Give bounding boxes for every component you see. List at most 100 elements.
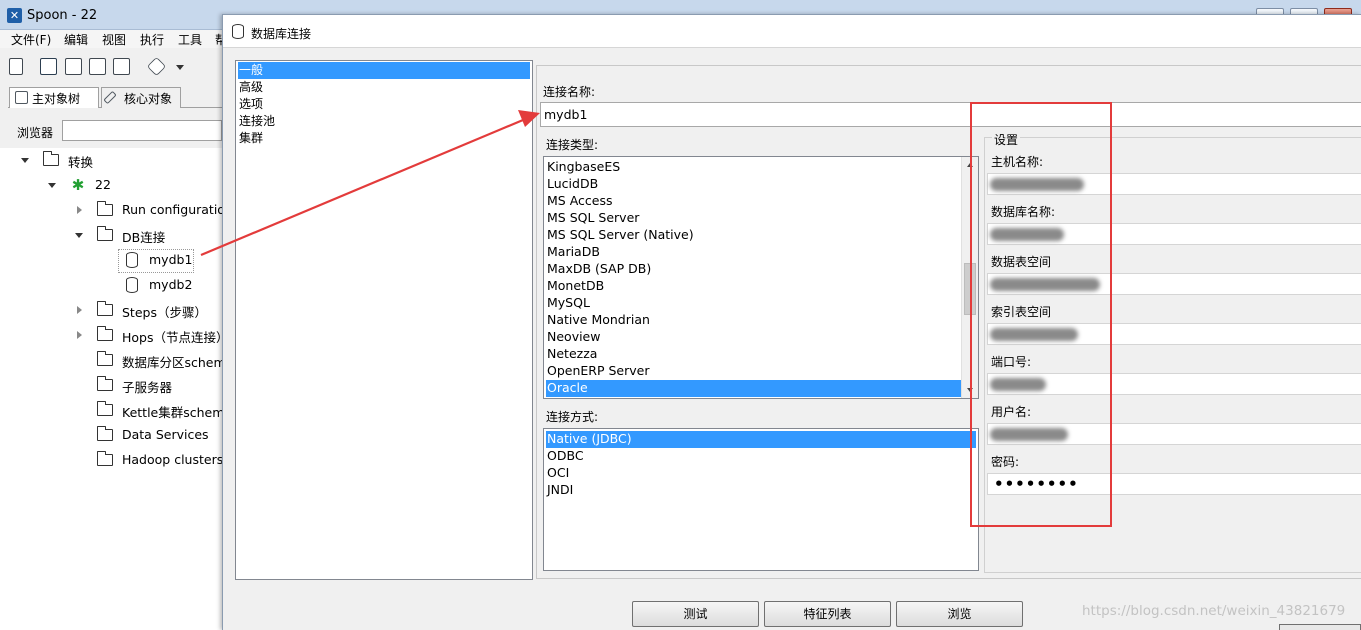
tree-node-transformations[interactable]: 转换 xyxy=(0,150,222,174)
tree-label: 22 xyxy=(95,177,111,192)
tab-label: 主对象树 xyxy=(32,92,81,106)
tab-core-objects[interactable]: 核心对象 xyxy=(101,87,181,108)
browser-label: 浏览器 xyxy=(17,126,54,140)
category-options[interactable]: 选项 xyxy=(238,96,530,113)
folder-icon xyxy=(96,326,113,341)
expand-arrow-icon[interactable] xyxy=(21,158,29,163)
connection-category-list: 一般 高级 选项 连接池 集群 xyxy=(235,60,533,580)
list-item[interactable]: MS Access xyxy=(546,193,613,210)
access-method-label: 连接方式: xyxy=(546,410,599,424)
list-item[interactable]: MariaDB xyxy=(546,244,600,261)
dialog-title: 数据库连接 xyxy=(251,27,312,41)
tree-node-mydb2[interactable]: mydb2 xyxy=(0,275,222,299)
category-general[interactable]: 一般 xyxy=(238,62,530,79)
partial-button[interactable] xyxy=(1279,624,1361,630)
main-window-title: Spoon - 22 xyxy=(27,8,98,23)
open-file-icon[interactable] xyxy=(40,58,57,75)
explore-repository-icon[interactable] xyxy=(65,58,82,75)
menu-tools[interactable]: 工具 xyxy=(178,31,202,48)
access-method-list[interactable]: Native (JDBC) ODBC OCI JNDI xyxy=(543,428,979,571)
tree-label: Data Services xyxy=(122,427,209,442)
category-pooling[interactable]: 连接池 xyxy=(238,113,530,130)
connection-type-list[interactable]: KingbaseES LucidDB MS Access MS SQL Serv… xyxy=(543,156,979,399)
layers-dropdown-icon[interactable] xyxy=(176,65,184,70)
list-item[interactable]: JNDI xyxy=(546,482,573,499)
list-item[interactable]: KingbaseES xyxy=(546,159,620,176)
save-as-icon[interactable] xyxy=(113,58,130,75)
folder-icon xyxy=(96,301,113,316)
menubar: 文件(F) 编辑 视图 执行 工具 帮 xyxy=(0,30,227,48)
collapse-arrow-icon[interactable] xyxy=(77,331,82,339)
tree-label: Kettle集群schema xyxy=(122,405,233,420)
menu-edit[interactable]: 编辑 xyxy=(64,31,88,48)
folder-icon xyxy=(96,201,113,216)
connection-name-input[interactable]: mydb1 xyxy=(540,102,1361,127)
list-item[interactable]: MS SQL Server xyxy=(546,210,639,227)
new-file-icon[interactable] xyxy=(9,58,23,75)
folder-icon xyxy=(96,226,113,241)
database-icon xyxy=(232,24,244,39)
collapse-arrow-icon[interactable] xyxy=(77,306,82,314)
tree-label: 转换 xyxy=(68,155,94,170)
list-item[interactable]: Neoview xyxy=(546,329,600,346)
tree-node-hops[interactable]: Hops（节点连接） xyxy=(0,325,229,349)
database-icon xyxy=(126,277,138,293)
tree-node-trans-22[interactable]: ✱ 22 xyxy=(0,175,222,199)
tree-node-mydb1[interactable]: mydb1 xyxy=(0,250,222,274)
list-item[interactable]: Netezza xyxy=(546,346,597,363)
feature-list-button[interactable]: 特征列表 xyxy=(764,601,891,627)
tree-node-db-connections[interactable]: DB连接 xyxy=(0,225,222,249)
category-clustering[interactable]: 集群 xyxy=(238,130,530,147)
list-item-selected[interactable]: Oracle xyxy=(546,380,961,397)
menu-view[interactable]: 视图 xyxy=(102,31,126,48)
main-toolbar xyxy=(0,50,222,82)
list-item-selected[interactable]: Native (JDBC) xyxy=(546,431,976,448)
expand-arrow-icon[interactable] xyxy=(48,183,56,188)
tree-node-data-services[interactable]: Data Services xyxy=(0,425,222,449)
tree-node-hadoop-clusters[interactable]: Hadoop clusters xyxy=(0,450,224,474)
folder-icon xyxy=(96,451,113,466)
test-button[interactable]: 测试 xyxy=(632,601,759,627)
tab-label: 核心对象 xyxy=(124,92,173,106)
list-item[interactable]: OCI xyxy=(546,465,569,482)
collapse-arrow-icon[interactable] xyxy=(77,206,82,214)
folder-icon xyxy=(96,376,113,391)
tree-label: Hadoop clusters xyxy=(122,452,224,467)
tree-label: Steps（步骤） xyxy=(122,305,207,320)
save-icon[interactable] xyxy=(89,58,106,75)
browser-filter-input[interactable] xyxy=(62,120,222,141)
pencil-icon xyxy=(103,90,117,105)
list-item[interactable]: ODBC xyxy=(546,448,584,465)
tree-label: 子服务器 xyxy=(122,380,173,395)
list-item[interactable]: OpenERP Server xyxy=(546,363,649,380)
annotation-highlight-box xyxy=(970,102,1112,527)
layers-icon[interactable] xyxy=(146,56,167,77)
tree-node-partition-schemas[interactable]: 数据库分区schem xyxy=(0,350,226,374)
tab-main-tree[interactable]: 主对象树 xyxy=(9,87,99,108)
menu-run[interactable]: 执行 xyxy=(140,31,164,48)
tree-label: Hops（节点连接） xyxy=(122,330,229,345)
list-item[interactable]: LucidDB xyxy=(546,176,598,193)
tree-node-slave-servers[interactable]: 子服务器 xyxy=(0,375,222,399)
list-item[interactable]: MS SQL Server (Native) xyxy=(546,227,694,244)
list-item[interactable]: MySQL xyxy=(546,295,590,312)
tree-label: mydb2 xyxy=(149,277,193,292)
tree-node-steps[interactable]: Steps（步骤） xyxy=(0,300,222,324)
tree-label: Run configuration xyxy=(122,202,233,217)
browser-filter-row: 浏览器 xyxy=(8,118,222,144)
explore-button[interactable]: 浏览 xyxy=(896,601,1023,627)
database-icon xyxy=(126,252,138,268)
tree-label: 数据库分区schem xyxy=(122,355,226,370)
category-advanced[interactable]: 高级 xyxy=(238,79,530,96)
tree-node-run-configuration[interactable]: Run configuration xyxy=(0,200,233,224)
list-item[interactable]: MaxDB (SAP DB) xyxy=(546,261,651,278)
spoon-app-icon: ✕ xyxy=(7,8,22,23)
tree-label: mydb1 xyxy=(149,252,193,267)
menu-file[interactable]: 文件(F) xyxy=(11,31,51,48)
folder-icon xyxy=(96,351,113,366)
tree-node-cluster-schemas[interactable]: Kettle集群schema xyxy=(0,400,232,424)
list-item[interactable]: Native Mondrian xyxy=(546,312,650,329)
expand-arrow-icon[interactable] xyxy=(75,233,83,238)
transformation-icon: ✱ xyxy=(71,176,85,194)
list-item[interactable]: MonetDB xyxy=(546,278,604,295)
